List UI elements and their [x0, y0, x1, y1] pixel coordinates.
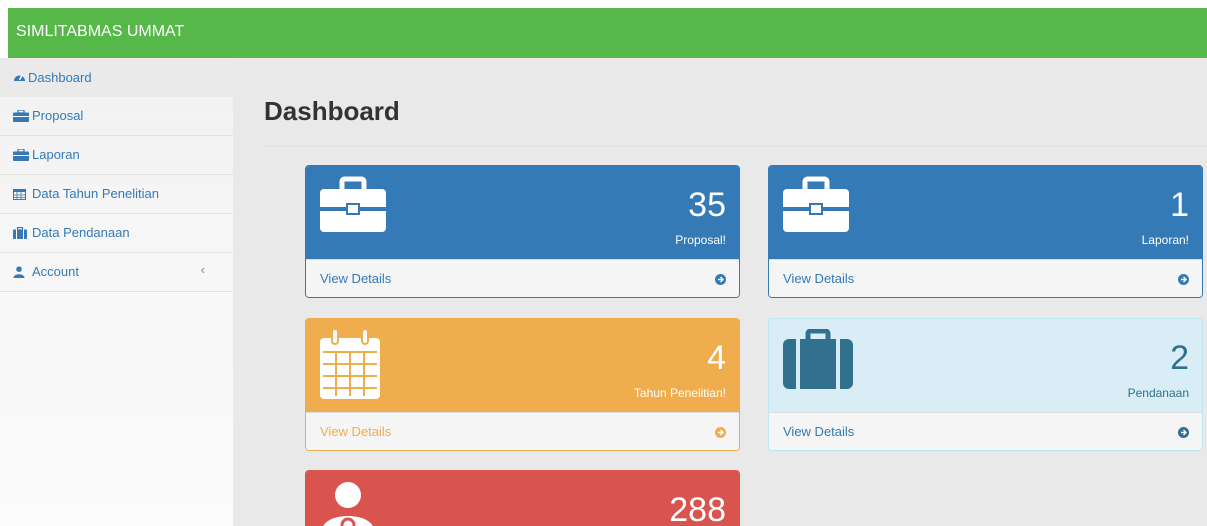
user-md-icon: [320, 481, 376, 526]
page-title: Dashboard: [264, 96, 400, 126]
suitcase-icon: [13, 226, 27, 239]
view-details-link[interactable]: View Details: [306, 259, 739, 297]
calendar-icon: [320, 328, 380, 402]
top-navbar: SIMLITABMAS UMMAT: [8, 8, 1207, 58]
sidebar-item-account[interactable]: Account ‹: [0, 253, 233, 292]
view-details-link[interactable]: View Details: [306, 412, 739, 450]
panel-users: 288: [305, 470, 740, 526]
sidebar-item-label: Laporan: [32, 147, 80, 162]
view-details-link[interactable]: View Details: [769, 412, 1202, 450]
sidebar-item-label: Account: [32, 264, 79, 279]
pendanaan-count: 2: [1170, 339, 1189, 377]
title-divider: [264, 146, 1207, 147]
sidebar: Dashboard Proposal Laporan Data Tahun Pe…: [0, 58, 233, 526]
sidebar-item-laporan[interactable]: Laporan: [0, 136, 233, 175]
sidebar-item-label: Data Tahun Penelitian: [32, 186, 159, 201]
briefcase-icon: [783, 176, 849, 235]
suitcase-icon: [783, 328, 853, 392]
user-icon: [13, 266, 26, 278]
users-count: 288: [669, 491, 726, 526]
panel-laporan: 1 Laporan! View Details: [768, 165, 1203, 298]
sidebar-item-data-pendanaan[interactable]: Data Pendanaan: [0, 214, 233, 253]
pendanaan-label: Pendanaan: [1127, 386, 1189, 400]
tahun-penelitian-label: Tahun Penelitian!: [633, 386, 726, 400]
tahun-penelitian-count: 4: [707, 339, 726, 377]
arrow-circle-right-icon: [1178, 274, 1189, 285]
sidebar-item-dashboard[interactable]: Dashboard: [0, 58, 233, 97]
proposal-count: 35: [688, 186, 726, 224]
arrow-circle-right-icon: [715, 274, 726, 285]
panel-proposal: 35 Proposal! View Details: [305, 165, 740, 298]
arrow-circle-right-icon: [715, 427, 726, 438]
sidebar-item-label: Dashboard: [28, 70, 92, 85]
panel-pendanaan: 2 Pendanaan View Details: [768, 318, 1203, 451]
sidebar-item-proposal[interactable]: Proposal: [0, 97, 233, 136]
app-brand[interactable]: SIMLITABMAS UMMAT: [16, 23, 184, 41]
briefcase-icon: [13, 148, 29, 161]
sidebar-item-label: Data Pendanaan: [32, 225, 130, 240]
dashboard-icon: [13, 71, 26, 83]
view-details-link[interactable]: View Details: [769, 259, 1202, 297]
chevron-left-icon: ‹: [200, 262, 205, 277]
sidebar-item-data-tahun-penelitian[interactable]: Data Tahun Penelitian: [0, 175, 233, 214]
panel-tahun-penelitian: 4 Tahun Penelitian! View Details: [305, 318, 740, 451]
briefcase-icon: [13, 109, 29, 122]
arrow-circle-right-icon: [1178, 427, 1189, 438]
laporan-label: Laporan!: [1141, 233, 1189, 247]
calendar-icon: [13, 188, 26, 200]
proposal-label: Proposal!: [675, 233, 726, 247]
briefcase-icon: [320, 176, 386, 235]
sidebar-item-label: Proposal: [32, 108, 84, 123]
laporan-count: 1: [1170, 186, 1189, 224]
